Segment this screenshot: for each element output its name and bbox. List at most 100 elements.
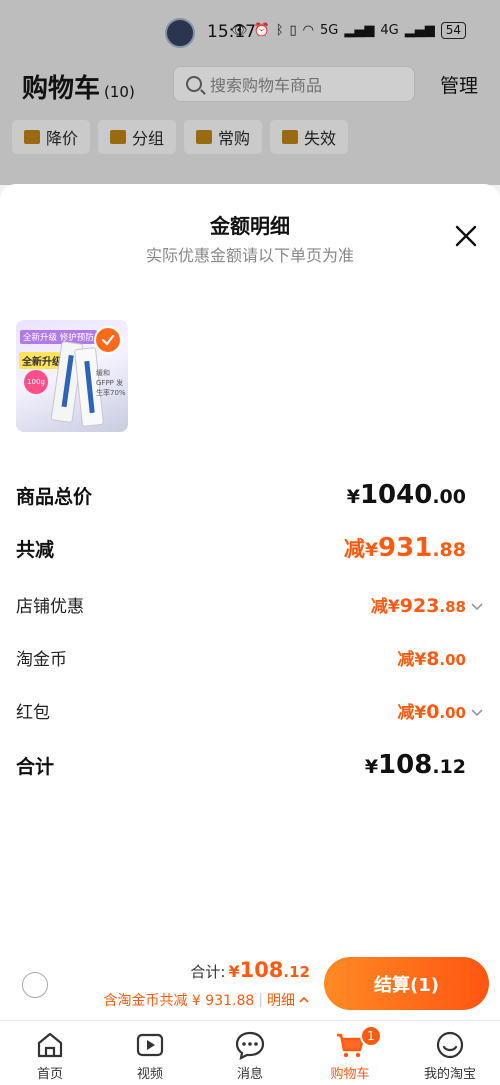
sheet-subtitle: 实际优惠金额请以下单页为准 (145, 246, 354, 265)
product-image-banner: 全新升级 修护预防 (20, 330, 97, 344)
amount-decimal: .00 (432, 486, 466, 508)
amount-decimal: .88 (432, 539, 466, 561)
chevron-down-icon[interactable] (470, 598, 484, 612)
filter-label: 分组 (132, 129, 165, 148)
bluetooth-icon: ᛒ (275, 23, 284, 38)
currency-symbol: ¥ (414, 703, 427, 723)
filter-price-drop[interactable]: 降价 (12, 120, 91, 154)
check-icon (101, 334, 115, 346)
row-label: 淘金币 (16, 650, 67, 670)
detail-toggle[interactable]: 明细 (267, 990, 310, 1010)
network-4g-label: 4G (380, 23, 399, 38)
tab-label: 视频 (136, 1067, 163, 1082)
row-label: 共减 (16, 538, 55, 561)
filter-frequent[interactable]: 常购 (184, 120, 263, 154)
tab-label: 消息 (236, 1067, 263, 1082)
total-label: 合计: (190, 963, 226, 981)
amount-prefix: 减 (343, 537, 365, 561)
tab-profile[interactable]: 我的淘宝 (400, 1021, 500, 1085)
eye-icon: 👁 (230, 23, 248, 38)
search-icon (186, 76, 202, 92)
status-bar: 15:17 👁 ⏰ ᛒ ▯ ◠ 5G ▂▄▆ 4G ▂▄▆ 54 (0, 0, 500, 60)
separator: | (258, 992, 263, 1008)
cart-count: (10) (104, 83, 135, 101)
amount-integer: 108 (378, 750, 433, 780)
currency-symbol: ¥ (228, 962, 240, 981)
page-title-text: 购物车 (22, 74, 101, 104)
amount-prefix: 减 (397, 650, 415, 670)
chevron-down-icon[interactable] (470, 704, 484, 718)
currency-symbol: ¥ (346, 486, 360, 508)
amount-integer: 0 (426, 701, 440, 723)
chevron-up-icon (299, 996, 309, 1003)
tab-home[interactable]: 首页 (0, 1021, 100, 1085)
product-image[interactable]: 全新升级 修护预防 全新升级 100g 缓和GFPP 发生率70% (16, 320, 128, 432)
amount-decimal: .12 (432, 756, 466, 778)
amount-decimal: .88 (439, 598, 466, 616)
message-icon (234, 1029, 266, 1061)
row-label: 商品总价 (16, 485, 93, 508)
filter-label: 失效 (304, 129, 337, 148)
tab-messages[interactable]: 消息 (200, 1021, 300, 1085)
checkout-button[interactable]: 结算(1) (324, 957, 489, 1010)
tab-label: 我的淘宝 (423, 1067, 476, 1082)
detail-label: 明细 (267, 993, 295, 1009)
manage-button[interactable]: 管理 (440, 71, 478, 98)
network-5g-label: 5G (320, 23, 339, 38)
row-shop-discount[interactable]: 店铺优惠 减 ¥923.88 (16, 592, 484, 617)
selected-check-badge (94, 326, 122, 354)
row-red-packet[interactable]: 红包 减 ¥0.00 (16, 698, 484, 723)
amount-prefix: 减 (370, 597, 388, 617)
row-grand-total: 合计 ¥108.12 (16, 750, 484, 780)
invalid-icon (282, 130, 299, 144)
row-amount: 减 ¥923.88 (371, 592, 466, 617)
amount-detail-sheet: 金额明细 实际优惠金额请以下单页为准 全新升级 修护预防 全新升级 100g 缓… (0, 184, 500, 1020)
search-input[interactable]: 搜索购物车商品 (173, 66, 415, 102)
tab-label: 购物车 (330, 1067, 370, 1082)
row-amount: 减 ¥0.00 (397, 698, 466, 723)
amount-decimal: .12 (283, 963, 310, 981)
amount-integer: 8 (426, 648, 440, 670)
cart-badge: 1 (360, 1025, 382, 1047)
search-placeholder: 搜索购物车商品 (210, 76, 323, 95)
amount-integer: 108 (239, 958, 284, 982)
row-amount: ¥1040.00 (347, 480, 466, 510)
status-avatar-icon (165, 18, 195, 48)
filter-label: 降价 (46, 129, 79, 148)
bottom-tab-bar: 首页 视频 消息 1 购物车 我的淘宝 (0, 1020, 500, 1085)
product-image-badge: 100g (24, 370, 48, 394)
amount-integer: 1040 (359, 480, 433, 510)
close-icon (455, 225, 477, 247)
page-title: 购物车 (10) (22, 68, 135, 105)
folder-icon (110, 130, 127, 144)
currency-symbol: ¥ (364, 756, 379, 778)
cart-icon (196, 130, 213, 144)
filter-chips: 降价 分组 常购 失效 (12, 120, 349, 154)
select-all-checkbox[interactable] (22, 972, 48, 998)
filter-invalid[interactable]: 失效 (270, 120, 349, 154)
wifi-icon: ◠ (302, 23, 314, 38)
cart-header: 购物车 (10) 搜索购物车商品 管理 降价 分组 常购 失效 (0, 60, 500, 185)
currency-symbol: ¥ (364, 539, 379, 561)
row-taojinbi: 淘金币 减 ¥8.00 (16, 645, 484, 670)
row-label: 红包 (16, 703, 50, 723)
row-goods-total: 商品总价 ¥1040.00 (16, 480, 484, 510)
row-amount: ¥108.12 (365, 750, 466, 780)
discount-detail-line: 含淘金币共减 ¥ 931.88 | 明细 (103, 990, 310, 1010)
signal-icon: ▂▄▆ (344, 23, 375, 38)
price-drop-icon (24, 130, 40, 144)
amount-prefix: 减 (397, 703, 415, 723)
close-button[interactable] (452, 222, 480, 250)
amount-decimal: .00 (439, 704, 466, 722)
total-amount: ¥108.12 (228, 958, 310, 982)
battery-icon: 54 (440, 22, 466, 39)
tab-video[interactable]: 视频 (100, 1021, 200, 1085)
tab-label: 首页 (36, 1067, 63, 1082)
checkout-total: 合计: ¥108.12 (190, 958, 310, 982)
sheet-title: 金额明细 (210, 214, 290, 238)
amount-integer: 931 (378, 533, 433, 563)
filter-group[interactable]: 分组 (98, 120, 177, 154)
row-label: 店铺优惠 (16, 597, 84, 617)
tab-cart[interactable]: 1 购物车 (300, 1021, 400, 1085)
home-icon (34, 1029, 66, 1061)
